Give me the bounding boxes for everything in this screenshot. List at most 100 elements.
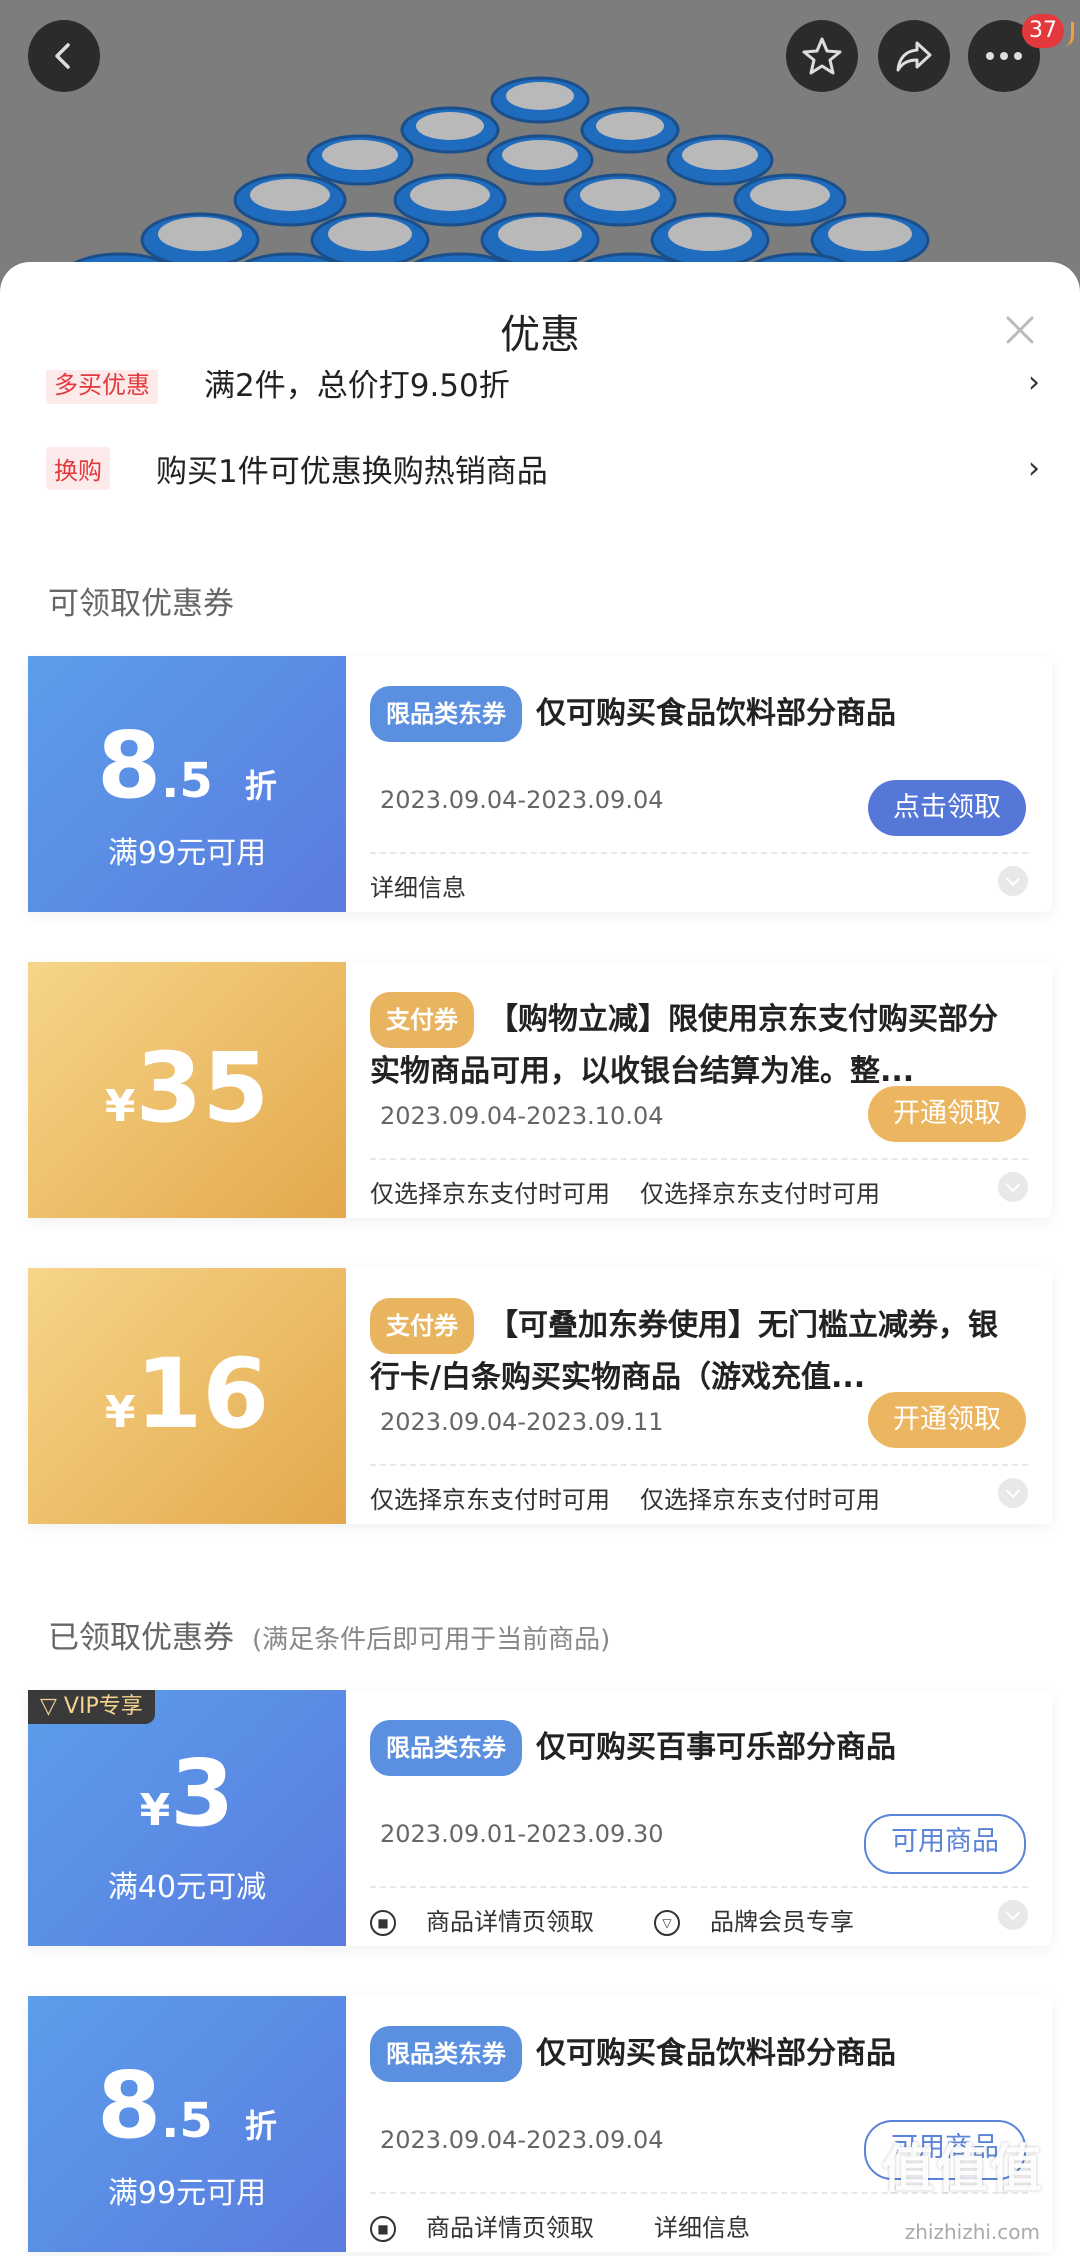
promo-row-multi-buy[interactable]: 多买优惠 满2件，总价打9.50折 › — [46, 364, 1040, 412]
detail-info-link[interactable]: 详细信息 — [654, 2214, 750, 2242]
expand-icon[interactable] — [998, 1172, 1028, 1202]
vip-icon: ▽ — [40, 1694, 64, 1719]
info-item: 商品详情页领取 — [426, 2214, 594, 2242]
coupon-value-panel: 8.5 折 满99元可用 — [28, 1996, 346, 2252]
chevron-left-icon — [55, 43, 70, 69]
info-item: 仅选择京东支付时可用 — [370, 1180, 610, 1208]
coupon-description: 支付券 【购物立减】限使用京东支付购买部分实物商品可用，以收银台结算为准。整... — [370, 992, 1022, 1096]
coupon-type-tag: 限品类东券 — [370, 686, 522, 742]
amount-main: 35 — [135, 1032, 270, 1144]
claim-button[interactable]: 点击领取 — [868, 780, 1026, 836]
amount-unit: 折 — [244, 2107, 277, 2145]
expand-icon[interactable] — [998, 1900, 1028, 1930]
discount-sheet: 优惠 多买优惠 满2件，总价打9.50折 › 换购 购买1件可优惠换购热销商品 … — [0, 262, 1080, 2256]
coupon-detail: 支付券 【购物立减】限使用京东支付购买部分实物商品可用，以收银台结算为准。整...… — [346, 962, 1052, 1218]
coupon-title: 仅可购买食品饮料部分商品 — [536, 695, 896, 731]
coupon-amount: 8.5 折 — [28, 2052, 346, 2159]
expand-icon[interactable] — [998, 1478, 1028, 1508]
coupon-info: 仅选择京东支付时可用 仅选择京东支付时可用 — [370, 1480, 982, 1515]
coupon-value-panel: ¥16 — [28, 1268, 346, 1524]
share-button[interactable] — [878, 20, 950, 92]
amount-main: 8 — [97, 2052, 162, 2159]
sheet-title: 优惠 — [500, 312, 580, 358]
promo-tag: 多买优惠 — [46, 370, 158, 404]
coupon-description: 限品类东券 仅可购买百事可乐部分商品 — [370, 1720, 1022, 1776]
coupon-amount: ¥35 — [28, 1032, 346, 1144]
detail-info-link[interactable]: 详细信息 — [370, 874, 466, 902]
coupon-description: 限品类东券 仅可购买食品饮料部分商品 — [370, 686, 1022, 742]
coupon-description: 支付券 【可叠加东券使用】无门槛立减券，银行卡/白条购买实物商品（游戏充值... — [370, 1298, 1022, 1402]
back-button[interactable] — [28, 20, 100, 92]
coupon-type-tag: 支付券 — [370, 992, 474, 1048]
favorite-button[interactable] — [786, 20, 858, 92]
claimed-note: (满足条件后即可用于当前商品) — [252, 1625, 611, 1655]
coupon-type-tag: 限品类东券 — [370, 2026, 522, 2082]
amount-decimal: .5 — [161, 2093, 213, 2149]
coupon-value-panel: ¥3 满40元可减 — [28, 1690, 346, 1946]
coupon-type-tag: 限品类东券 — [370, 1720, 522, 1776]
coupon-detail: 限品类东券 仅可购买百事可乐部分商品 2023.09.01-2023.09.30 … — [346, 1690, 1052, 1946]
amount-main: 8 — [97, 712, 162, 819]
coupon-card: ▽ VIP专享 ¥3 满40元可减 限品类东券 仅可购买百事可乐部分商品 2023… — [28, 1690, 1052, 1946]
coupon-value-panel: ¥35 — [28, 962, 346, 1218]
coupon-info: ■ 商品详情页领取 详细信息 — [370, 2208, 982, 2243]
expand-icon[interactable] — [998, 866, 1028, 896]
activate-claim-button[interactable]: 开通领取 — [868, 1086, 1026, 1142]
info-item: 商品详情页领取 — [426, 1908, 594, 1936]
amount-main: 16 — [135, 1338, 270, 1450]
product-image: 37 — [0, 0, 1080, 300]
ticket-icon: ■ — [370, 2216, 396, 2242]
promo-text: 购买1件可优惠换购热销商品 — [156, 453, 548, 490]
amount-main: 3 — [170, 1740, 235, 1847]
currency-symbol: ¥ — [139, 1785, 171, 1836]
divider — [370, 1158, 1028, 1160]
coupon-info: 仅选择京东支付时可用 仅选择京东支付时可用 — [370, 1174, 982, 1209]
message-count-badge: 37 — [1022, 14, 1064, 48]
watermark: 值值值 — [881, 2140, 1044, 2200]
coupon-card: 8.5 折 满99元可用 限品类东券 仅可购买食品饮料部分商品 2023.09.0… — [28, 1996, 1052, 2252]
eligible-products-button[interactable]: 可用商品 — [864, 1814, 1026, 1874]
watermark-url: zhizhizhi.com — [904, 2220, 1040, 2244]
coupon-amount: ¥3 — [28, 1740, 346, 1847]
coupon-date: 2023.09.04-2023.09.04 — [380, 786, 664, 814]
coupon-condition: 满99元可用 — [107, 836, 267, 871]
coupon-detail: 限品类东券 仅可购买食品饮料部分商品 2023.09.04-2023.09.04 … — [346, 1996, 1052, 2252]
claimed-coupons-title: 已领取优惠券 (满足条件后即可用于当前商品) — [48, 1612, 610, 1657]
available-coupons-title: 可领取优惠券 — [48, 586, 234, 622]
vip-badge: ▽ VIP专享 — [28, 1690, 155, 1724]
coupon-amount: ¥16 — [28, 1338, 346, 1450]
coupon-info: ■ 商品详情页领取 ▽ 品牌会员专享 — [370, 1902, 982, 1937]
coupon-date: 2023.09.04-2023.09.11 — [380, 1408, 664, 1436]
coupon-value-panel: 8.5 折 满99元可用 — [28, 656, 346, 912]
vip-icon: ▽ — [654, 1910, 680, 1936]
info-item: 仅选择京东支付时可用 — [640, 1486, 880, 1514]
coupon-card: ¥16 支付券 【可叠加东券使用】无门槛立减券，银行卡/白条购买实物商品（游戏充值… — [28, 1268, 1052, 1524]
promo-row-exchange[interactable]: 换购 购买1件可优惠换购热销商品 › — [46, 438, 1040, 498]
coupon-condition: 满99元可用 — [107, 2176, 267, 2211]
amount-decimal: .5 — [161, 753, 213, 809]
star-icon — [802, 37, 842, 75]
coupon-type-tag: 支付券 — [370, 1298, 474, 1354]
info-item: 仅选择京东支付时可用 — [370, 1486, 610, 1514]
coupon-condition: 满40元可减 — [107, 1870, 267, 1905]
coupon-date: 2023.09.01-2023.09.30 — [380, 1820, 664, 1848]
close-icon[interactable] — [1000, 310, 1040, 350]
promo-text: 满2件，总价打9.50折 — [204, 367, 510, 404]
chevron-right-icon: › — [1028, 364, 1040, 400]
share-icon — [896, 41, 932, 72]
vip-label: VIP专享 — [63, 1694, 143, 1719]
coupon-date: 2023.09.04-2023.09.04 — [380, 2126, 664, 2154]
divider — [370, 1464, 1028, 1466]
info-item: 仅选择京东支付时可用 — [640, 1180, 880, 1208]
coupon-title: 仅可购买食品饮料部分商品 — [536, 2035, 896, 2071]
claimed-title-text: 已领取优惠券 — [48, 1620, 234, 1656]
currency-symbol: ¥ — [104, 1387, 136, 1438]
amount-unit: 折 — [244, 767, 277, 805]
info-item: 品牌会员专享 — [710, 1908, 854, 1936]
ticket-icon: ■ — [370, 1910, 396, 1936]
divider — [370, 852, 1028, 854]
currency-symbol: ¥ — [104, 1081, 136, 1132]
coupon-title: 仅可购买百事可乐部分商品 — [536, 1729, 896, 1765]
activate-claim-button[interactable]: 开通领取 — [868, 1392, 1026, 1448]
chevron-right-icon: › — [1028, 450, 1040, 486]
